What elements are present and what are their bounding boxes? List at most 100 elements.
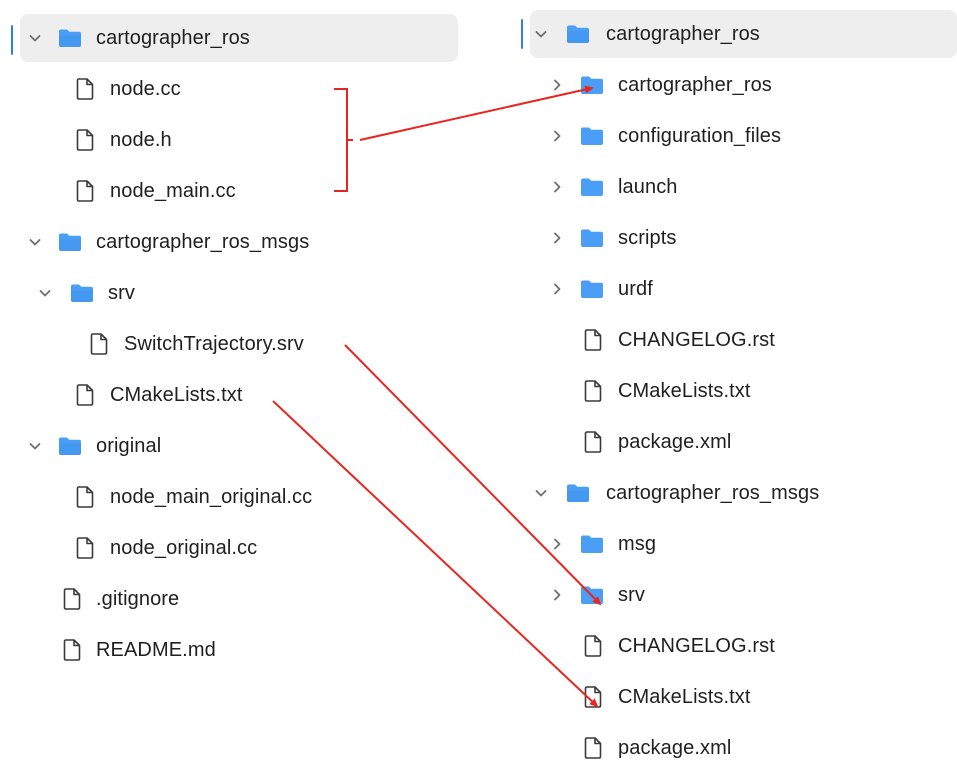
chevron-right-icon[interactable] bbox=[550, 282, 564, 296]
tree-item-label: msg bbox=[618, 532, 657, 555]
left-tree-file-node-cc[interactable]: node.cc bbox=[0, 65, 470, 113]
folder-icon bbox=[580, 585, 604, 605]
file-icon bbox=[63, 639, 81, 661]
chevron-right-icon[interactable] bbox=[550, 129, 564, 143]
tree-item-label: CMakeLists.txt bbox=[618, 379, 751, 402]
tree-item-label: CHANGELOG.rst bbox=[618, 328, 775, 351]
right-tree-file-changelog-rst[interactable]: CHANGELOG.rst bbox=[510, 316, 957, 364]
focus-indicator bbox=[521, 19, 523, 49]
chevron-down-icon[interactable] bbox=[28, 439, 42, 453]
file-icon bbox=[76, 486, 94, 508]
tree-item-label: node.cc bbox=[110, 77, 181, 100]
right-tree-folder-srv[interactable]: srv bbox=[510, 571, 957, 619]
folder-icon bbox=[580, 126, 604, 146]
right-tree-file-changelog-rst[interactable]: CHANGELOG.rst bbox=[510, 622, 957, 670]
tree-item-label: .gitignore bbox=[96, 587, 180, 610]
folder-icon bbox=[566, 483, 590, 503]
tree-item-label: configuration_files bbox=[618, 124, 782, 147]
file-icon bbox=[63, 588, 81, 610]
focus-indicator bbox=[11, 25, 13, 55]
file-icon bbox=[584, 329, 602, 351]
tree-item-label: original bbox=[96, 434, 162, 457]
folder-icon bbox=[70, 283, 94, 303]
file-icon bbox=[76, 537, 94, 559]
right-tree-folder-msg[interactable]: msg bbox=[510, 520, 957, 568]
left-tree-file-node-main-cc[interactable]: node_main.cc bbox=[0, 167, 470, 215]
left-tree-file-readme-md[interactable]: README.md bbox=[0, 626, 470, 674]
left-tree-folder-cartographer-ros[interactable]: cartographer_ros bbox=[20, 14, 458, 62]
tree-item-label: SwitchTrajectory.srv bbox=[124, 332, 304, 355]
left-tree-folder-cartographer-ros-msgs[interactable]: cartographer_ros_msgs bbox=[0, 218, 470, 266]
file-icon bbox=[76, 78, 94, 100]
file-icon bbox=[76, 129, 94, 151]
chevron-down-icon[interactable] bbox=[38, 286, 52, 300]
file-icon bbox=[90, 333, 108, 355]
left-file-tree: cartographer_ros node.cc node.h node_main.c… bbox=[0, 0, 470, 765]
right-tree-folder-scripts[interactable]: scripts bbox=[510, 214, 957, 262]
tree-item-label: node_main_original.cc bbox=[110, 485, 313, 508]
folder-icon bbox=[580, 228, 604, 248]
file-icon bbox=[584, 737, 602, 759]
tree-item-label: node_original.cc bbox=[110, 536, 258, 559]
tree-item-label: CHANGELOG.rst bbox=[618, 634, 775, 657]
chevron-right-icon[interactable] bbox=[550, 180, 564, 194]
file-icon bbox=[76, 180, 94, 202]
folder-icon bbox=[580, 75, 604, 95]
right-tree-folder-cartographer-ros[interactable]: cartographer_ros bbox=[530, 10, 957, 58]
tree-item-label: cartographer_ros_msgs bbox=[96, 230, 310, 253]
folder-icon bbox=[580, 534, 604, 554]
chevron-down-icon[interactable] bbox=[28, 235, 42, 249]
right-tree-folder-launch[interactable]: launch bbox=[510, 163, 957, 211]
tree-item-label: node.h bbox=[110, 128, 172, 151]
left-tree-file-gitignore[interactable]: .gitignore bbox=[0, 575, 470, 623]
folder-icon bbox=[58, 436, 82, 456]
folder-icon bbox=[580, 279, 604, 299]
tree-item-label: srv bbox=[618, 583, 645, 606]
tree-item-label: package.xml bbox=[618, 430, 732, 453]
left-tree-file-node-h[interactable]: node.h bbox=[0, 116, 470, 164]
tree-item-label: cartographer_ros bbox=[96, 26, 250, 49]
tree-item-label: cartographer_ros bbox=[618, 73, 772, 96]
file-icon bbox=[584, 635, 602, 657]
tree-item-label: urdf bbox=[618, 277, 653, 300]
tree-item-label: CMakeLists.txt bbox=[110, 383, 243, 406]
right-file-tree: cartographer_ros cartographer_ros configur… bbox=[510, 0, 957, 765]
right-tree-folder-cartographer-ros[interactable]: cartographer_ros bbox=[510, 61, 957, 109]
right-tree-folder-urdf[interactable]: urdf bbox=[510, 265, 957, 313]
tree-item-label: package.xml bbox=[618, 736, 732, 759]
tree-item-label: node_main.cc bbox=[110, 179, 236, 202]
right-tree-folder-configuration-files[interactable]: configuration_files bbox=[510, 112, 957, 160]
right-tree-file-cmakelists-txt[interactable]: CMakeLists.txt bbox=[510, 673, 957, 721]
folder-icon bbox=[58, 28, 82, 48]
left-tree-folder-original[interactable]: original bbox=[0, 422, 470, 470]
right-tree-folder-cartographer-ros-msgs[interactable]: cartographer_ros_msgs bbox=[510, 469, 957, 517]
left-tree-file-node-main-original-cc[interactable]: node_main_original.cc bbox=[0, 473, 470, 521]
tree-item-label: scripts bbox=[618, 226, 677, 249]
left-tree-file-node-original-cc[interactable]: node_original.cc bbox=[0, 524, 470, 572]
tree-item-label: cartographer_ros_msgs bbox=[606, 481, 820, 504]
folder-icon bbox=[566, 24, 590, 44]
tree-item-label: README.md bbox=[96, 638, 216, 661]
chevron-down-icon[interactable] bbox=[28, 31, 42, 45]
tree-item-label: launch bbox=[618, 175, 678, 198]
chevron-down-icon[interactable] bbox=[534, 27, 548, 41]
chevron-right-icon[interactable] bbox=[550, 78, 564, 92]
left-tree-folder-srv[interactable]: srv bbox=[0, 269, 470, 317]
file-icon bbox=[584, 686, 602, 708]
chevron-down-icon[interactable] bbox=[534, 486, 548, 500]
file-icon bbox=[584, 380, 602, 402]
file-icon bbox=[584, 431, 602, 453]
chevron-right-icon[interactable] bbox=[550, 231, 564, 245]
left-tree-file-switchtrajectory-srv[interactable]: SwitchTrajectory.srv bbox=[0, 320, 470, 368]
folder-icon bbox=[58, 232, 82, 252]
left-tree-file-cmakelists-txt[interactable]: CMakeLists.txt bbox=[0, 371, 470, 419]
folder-icon bbox=[580, 177, 604, 197]
right-tree-file-package-xml[interactable]: package.xml bbox=[510, 418, 957, 466]
file-icon bbox=[76, 384, 94, 406]
tree-item-label: CMakeLists.txt bbox=[618, 685, 751, 708]
tree-item-label: srv bbox=[108, 281, 135, 304]
chevron-right-icon[interactable] bbox=[550, 537, 564, 551]
tree-item-label: cartographer_ros bbox=[606, 22, 760, 45]
chevron-right-icon[interactable] bbox=[550, 588, 564, 602]
right-tree-file-cmakelists-txt[interactable]: CMakeLists.txt bbox=[510, 367, 957, 415]
